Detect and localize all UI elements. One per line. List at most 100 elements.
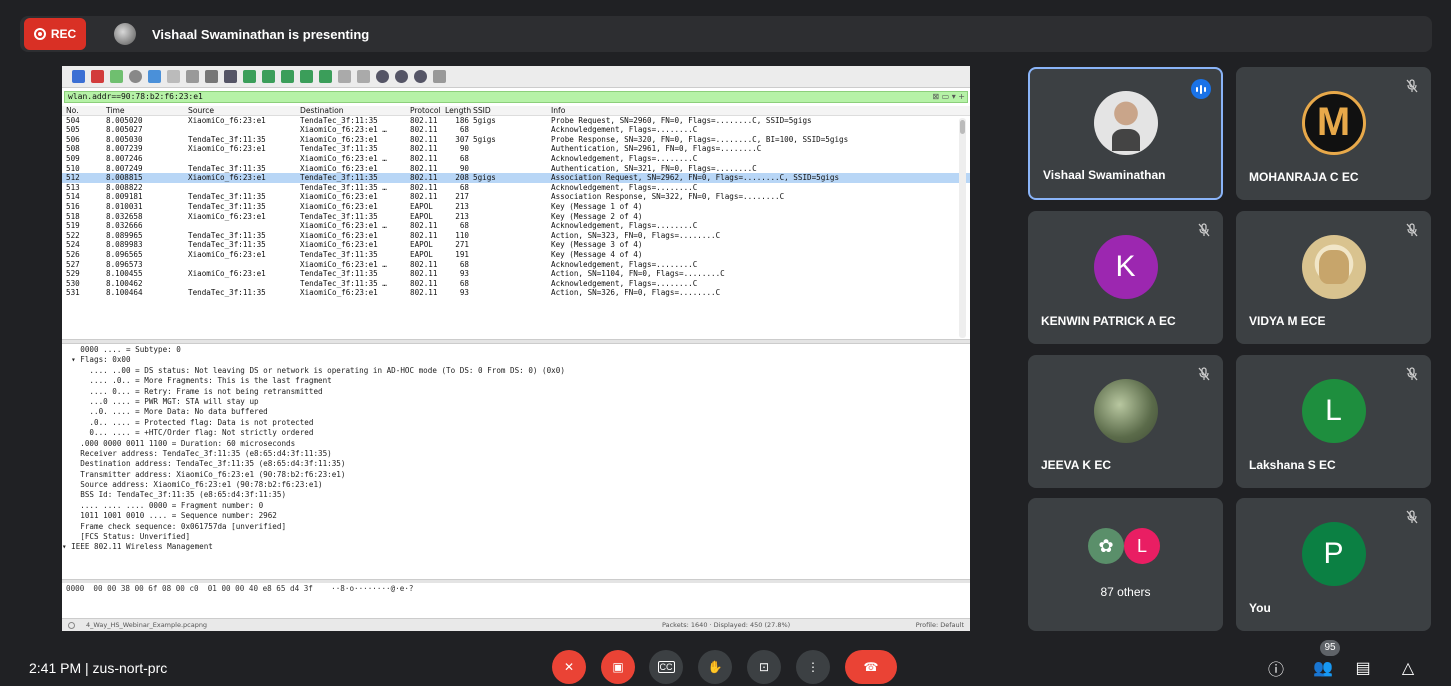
open-file-icon[interactable] xyxy=(148,70,161,83)
detail-line[interactable]: Receiver address: TendaTec_3f:11:35 (e8:… xyxy=(62,449,970,459)
col-source[interactable]: Source xyxy=(188,106,300,115)
packet-row[interactable]: 504 8.005020 XiaomiCo_f6:23:e1 TendaTec_3f:… xyxy=(62,116,970,126)
leave-call-button[interactable]: ☎ xyxy=(845,650,897,684)
detail-line[interactable]: .0.. .... = Protected flag: Data is not … xyxy=(62,418,970,428)
pkt-protocol: 802.11 xyxy=(410,173,438,183)
capture-options-icon[interactable] xyxy=(129,70,142,83)
col-ssid[interactable]: SSID xyxy=(473,106,551,115)
packet-row[interactable]: 527 8.096573 XiaomiCo_f6:23:e1 … 802.11 68 Ac… xyxy=(62,260,970,270)
packet-row[interactable]: 529 8.100455 XiaomiCo_f6:23:e1 TendaTec_3f:… xyxy=(62,269,970,279)
meeting-info-button[interactable]: ⓘ xyxy=(1264,656,1288,680)
chat-button[interactable]: ▤ xyxy=(1351,656,1375,680)
pkt-protocol: 802.11 xyxy=(410,221,438,231)
participant-tile[interactable]: VIDYA M ECE xyxy=(1236,211,1431,344)
packet-row[interactable]: 508 8.007239 XiaomiCo_f6:23:e1 TendaTec_3f:… xyxy=(62,144,970,154)
packet-row[interactable]: 530 8.100462 TendaTec_3f:11:35 … 802.11 68 Ac… xyxy=(62,279,970,289)
detail-line[interactable]: Destination address: TendaTec_3f:11:35 (… xyxy=(62,459,970,469)
first-packet-icon[interactable] xyxy=(300,70,313,83)
col-protocol[interactable]: Protocol xyxy=(410,106,445,115)
pkt-info: Key (Message 2 of 4) xyxy=(551,211,643,221)
activities-button[interactable]: △ xyxy=(1396,656,1420,680)
detail-line[interactable]: .... .0.. = More Fragments: This is the … xyxy=(62,376,970,386)
packet-row[interactable]: 519 8.032666 XiaomiCo_f6:23:e1 … 802.11 68 Ac… xyxy=(62,221,970,231)
present-button[interactable]: ⊡ xyxy=(747,650,781,684)
packet-row[interactable]: 522 8.089965 TendaTec_3f:11:35 XiaomiCo_f6:… xyxy=(62,231,970,241)
col-destination[interactable]: Destination xyxy=(300,106,410,115)
participant-tile[interactable]: L Lakshana S EC xyxy=(1236,355,1431,488)
pkt-ssid xyxy=(473,240,551,250)
pkt-info: Acknowledgement, Flags=........C xyxy=(551,182,698,192)
profile-label[interactable]: Profile: Default xyxy=(916,619,964,631)
pkt-length: 110 xyxy=(455,230,469,240)
packet-row[interactable]: 512 8.008815 XiaomiCo_f6:23:e1 TendaTec_3f:… xyxy=(62,173,970,183)
packet-row[interactable]: 526 8.096565 XiaomiCo_f6:23:e1 TendaTec_3f:… xyxy=(62,250,970,260)
pkt-time: 8.009181 xyxy=(106,192,143,202)
packet-row[interactable]: 513 8.008822 TendaTec_3f:11:35 … 802.11 68 Ac… xyxy=(62,183,970,193)
detail-line[interactable]: ...0 .... = PWR MGT: STA will stay up xyxy=(62,397,970,407)
detail-line[interactable]: .000 0000 0011 1100 = Duration: 60 micro… xyxy=(62,439,970,449)
detail-line[interactable]: ..0. .... = More Data: No data buffered xyxy=(62,407,970,417)
close-file-icon[interactable] xyxy=(186,70,199,83)
filter-controls[interactable]: ⊠ ▭ ▾ + xyxy=(932,92,965,102)
save-file-icon[interactable] xyxy=(167,70,180,83)
detail-line[interactable]: BSS Id: TendaTec_3f:11:35 (e8:65:d4:3f:1… xyxy=(62,490,970,500)
captions-button[interactable]: CC xyxy=(649,650,683,684)
col-time[interactable]: Time xyxy=(106,106,188,115)
packet-row[interactable]: 509 8.007246 XiaomiCo_f6:23:e1 … 802.11 68 Ac… xyxy=(62,154,970,164)
participant-tile[interactable]: P You xyxy=(1236,498,1431,631)
participant-tile[interactable]: JEEVA K EC xyxy=(1028,355,1223,488)
packet-row[interactable]: 505 8.005027 XiaomiCo_f6:23:e1 … 802.11 68 Ac… xyxy=(62,125,970,135)
display-filter-input[interactable]: wlan.addr==90:78:b2:f6:23:e1 ⊠ ▭ ▾ + xyxy=(64,91,968,103)
participant-tile[interactable]: K KENWIN PATRICK A EC xyxy=(1028,211,1223,344)
go-forward-icon[interactable] xyxy=(262,70,275,83)
find-packet-icon[interactable] xyxy=(224,70,237,83)
expert-info-icon[interactable] xyxy=(68,622,75,629)
restart-capture-icon[interactable] xyxy=(110,70,123,83)
resize-columns-icon[interactable] xyxy=(433,70,446,83)
people-button[interactable]: 👥 xyxy=(1311,656,1335,680)
detail-line[interactable]: Source address: XiaomiCo_f6:23:e1 (90:78… xyxy=(62,480,970,490)
packet-row[interactable]: 531 8.100464 TendaTec_3f:11:35 XiaomiCo_f6:… xyxy=(62,288,970,298)
go-to-packet-icon[interactable] xyxy=(281,70,294,83)
normal-size-icon[interactable] xyxy=(414,70,427,83)
zoom-in-icon[interactable] xyxy=(376,70,389,83)
detail-line[interactable]: ▾ Flags: 0x00 xyxy=(62,355,970,365)
mic-off-button[interactable]: ✕ xyxy=(552,650,586,684)
stop-capture-icon[interactable] xyxy=(91,70,104,83)
packet-row[interactable]: 506 8.005030 TendaTec_3f:11:35 XiaomiCo_f6:… xyxy=(62,135,970,145)
zoom-out-icon[interactable] xyxy=(395,70,408,83)
packet-row[interactable]: 524 8.089983 TendaTec_3f:11:35 XiaomiCo_f6:… xyxy=(62,240,970,250)
go-back-icon[interactable] xyxy=(243,70,256,83)
packet-row[interactable]: 518 8.032658 XiaomiCo_f6:23:e1 TendaTec_3f:… xyxy=(62,212,970,222)
detail-line[interactable]: .... .... .... 0000 = Fragment number: 0 xyxy=(62,501,970,511)
detail-line[interactable]: [FCS Status: Unverified] xyxy=(62,532,970,542)
detail-line[interactable]: .... 0... = Retry: Frame is not being re… xyxy=(62,387,970,397)
participant-tile[interactable]: M MOHANRAJA C EC xyxy=(1236,67,1431,200)
detail-line[interactable]: ▾ IEEE 802.11 Wireless Management xyxy=(62,542,970,552)
detail-line[interactable]: Frame check sequence: 0x061757da [unveri… xyxy=(62,522,970,532)
others-tile[interactable]: ✿ L 87 others xyxy=(1028,498,1223,631)
autoscroll-icon[interactable] xyxy=(338,70,351,83)
packet-row[interactable]: 514 8.009181 TendaTec_3f:11:35 XiaomiCo_f6:… xyxy=(62,192,970,202)
col-length[interactable]: Length xyxy=(445,106,473,115)
colorize-icon[interactable] xyxy=(357,70,370,83)
last-packet-icon[interactable] xyxy=(319,70,332,83)
detail-line[interactable]: 1011 1001 0010 .... = Sequence number: 2… xyxy=(62,511,970,521)
detail-line[interactable]: 0000 .... = Subtype: 0 xyxy=(62,345,970,355)
raise-hand-button[interactable]: ✋ xyxy=(698,650,732,684)
packet-list-scrollbar[interactable] xyxy=(959,118,966,338)
detail-line[interactable]: Transmitter address: XiaomiCo_f6:23:e1 (… xyxy=(62,470,970,480)
packet-row[interactable]: 516 8.010031 TendaTec_3f:11:35 XiaomiCo_f6:… xyxy=(62,202,970,212)
packet-row[interactable]: 510 8.007249 TendaTec_3f:11:35 XiaomiCo_f6:… xyxy=(62,164,970,174)
col-no[interactable]: No. xyxy=(62,106,106,115)
pkt-time: 8.005020 xyxy=(106,115,143,125)
pkt-source xyxy=(188,154,300,164)
reload-icon[interactable] xyxy=(205,70,218,83)
participant-tile[interactable]: Vishaal Swaminathan xyxy=(1028,67,1223,200)
camera-off-button[interactable]: ▣ xyxy=(601,650,635,684)
col-info[interactable]: Info xyxy=(551,106,970,115)
shark-fin-icon[interactable] xyxy=(72,70,85,83)
detail-line[interactable]: 0... .... = +HTC/Order flag: Not strictl… xyxy=(62,428,970,438)
more-options-button[interactable]: ⋮ xyxy=(796,650,830,684)
detail-line[interactable]: .... ..00 = DS status: Not leaving DS or… xyxy=(62,366,970,376)
